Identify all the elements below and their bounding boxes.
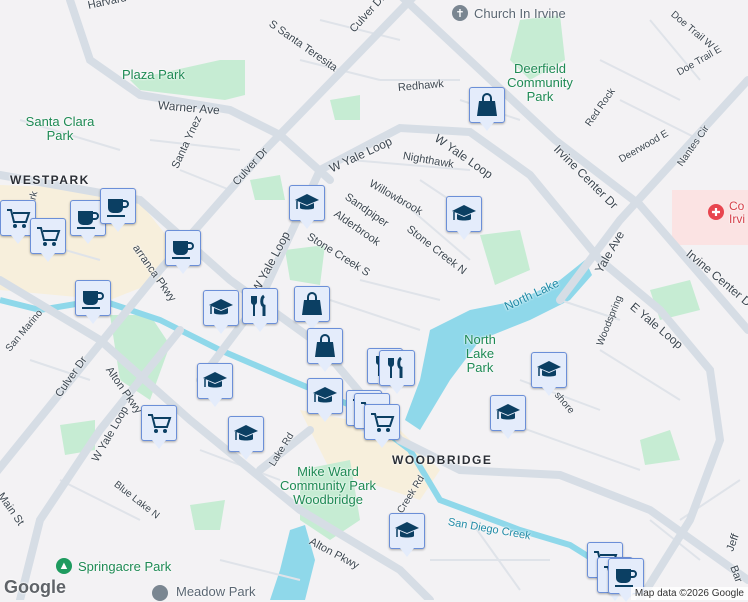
cart-marker[interactable]: [364, 404, 400, 448]
coffee-marker[interactable]: [100, 188, 136, 232]
park-label: Mike Ward Community Park Woodbridge: [279, 464, 377, 507]
restaurant-icon: [247, 293, 273, 319]
coffee-cup-icon: [80, 285, 106, 311]
shopping-cart-icon: [5, 205, 31, 231]
shopping-bag-icon: [312, 333, 338, 359]
school-pin-icon: [152, 585, 168, 601]
fork-marker[interactable]: [242, 288, 278, 332]
shopping-bag-icon: [299, 291, 325, 317]
park-tree-icon: ▲: [56, 558, 72, 574]
coffee-marker[interactable]: [75, 280, 111, 324]
graduation-cap-icon: [233, 421, 259, 447]
school-marker[interactable]: [307, 378, 343, 422]
park-label: Plaza Park: [122, 67, 185, 82]
graduation-cap-icon: [451, 201, 477, 227]
graduation-cap-icon: [495, 400, 521, 426]
school-marker[interactable]: [289, 185, 325, 229]
cart-marker[interactable]: [30, 218, 66, 262]
shopping-cart-icon: [369, 409, 395, 435]
restaurant-icon: [384, 355, 410, 381]
shopping-bag-icon: [474, 92, 500, 118]
bag-marker[interactable]: [307, 328, 343, 372]
school-marker[interactable]: [197, 363, 233, 407]
shopping-cart-icon: [146, 410, 172, 436]
graduation-cap-icon: [312, 383, 338, 409]
school-marker[interactable]: [490, 395, 526, 439]
hospital-icon[interactable]: ✚: [708, 204, 724, 220]
coffee-cup-icon: [75, 205, 101, 231]
poi-label[interactable]: Co Irvi: [729, 200, 748, 226]
bag-marker[interactable]: [294, 286, 330, 330]
graduation-cap-icon: [202, 368, 228, 394]
church-icon[interactable]: ✝: [452, 5, 468, 21]
park-label: Santa Clara Park: [25, 114, 95, 143]
school-marker[interactable]: [531, 352, 567, 396]
cart-marker[interactable]: [141, 405, 177, 449]
park-label: Deerfield Community Park: [507, 61, 573, 104]
coffee-cup-icon: [170, 235, 196, 261]
school-marker[interactable]: [389, 513, 425, 557]
poi-label[interactable]: Meadow Park: [176, 584, 255, 599]
school-marker[interactable]: [203, 290, 239, 334]
graduation-cap-icon: [294, 190, 320, 216]
graduation-cap-icon: [536, 357, 562, 383]
coffee-marker[interactable]: [165, 230, 201, 274]
graduation-cap-icon: [208, 295, 234, 321]
bag-marker[interactable]: [469, 87, 505, 131]
school-marker[interactable]: [446, 196, 482, 240]
shopping-cart-icon: [35, 223, 61, 249]
graduation-cap-icon: [394, 518, 420, 544]
area-label: WESTPARK: [10, 173, 90, 187]
coffee-cup-icon: [105, 193, 131, 219]
park-label: North Lake Park: [464, 332, 496, 375]
park-label: Springacre Park: [78, 559, 172, 574]
google-logo: Google: [4, 577, 66, 597]
area-label: WOODBRIDGE: [392, 453, 493, 467]
poi-label[interactable]: Church In Irvine: [474, 6, 566, 21]
coffee-cup-icon: [613, 563, 639, 589]
fork-marker[interactable]: [379, 350, 415, 394]
map-attribution[interactable]: Map data ©2026 Google: [630, 587, 748, 600]
school-marker[interactable]: [228, 416, 264, 460]
